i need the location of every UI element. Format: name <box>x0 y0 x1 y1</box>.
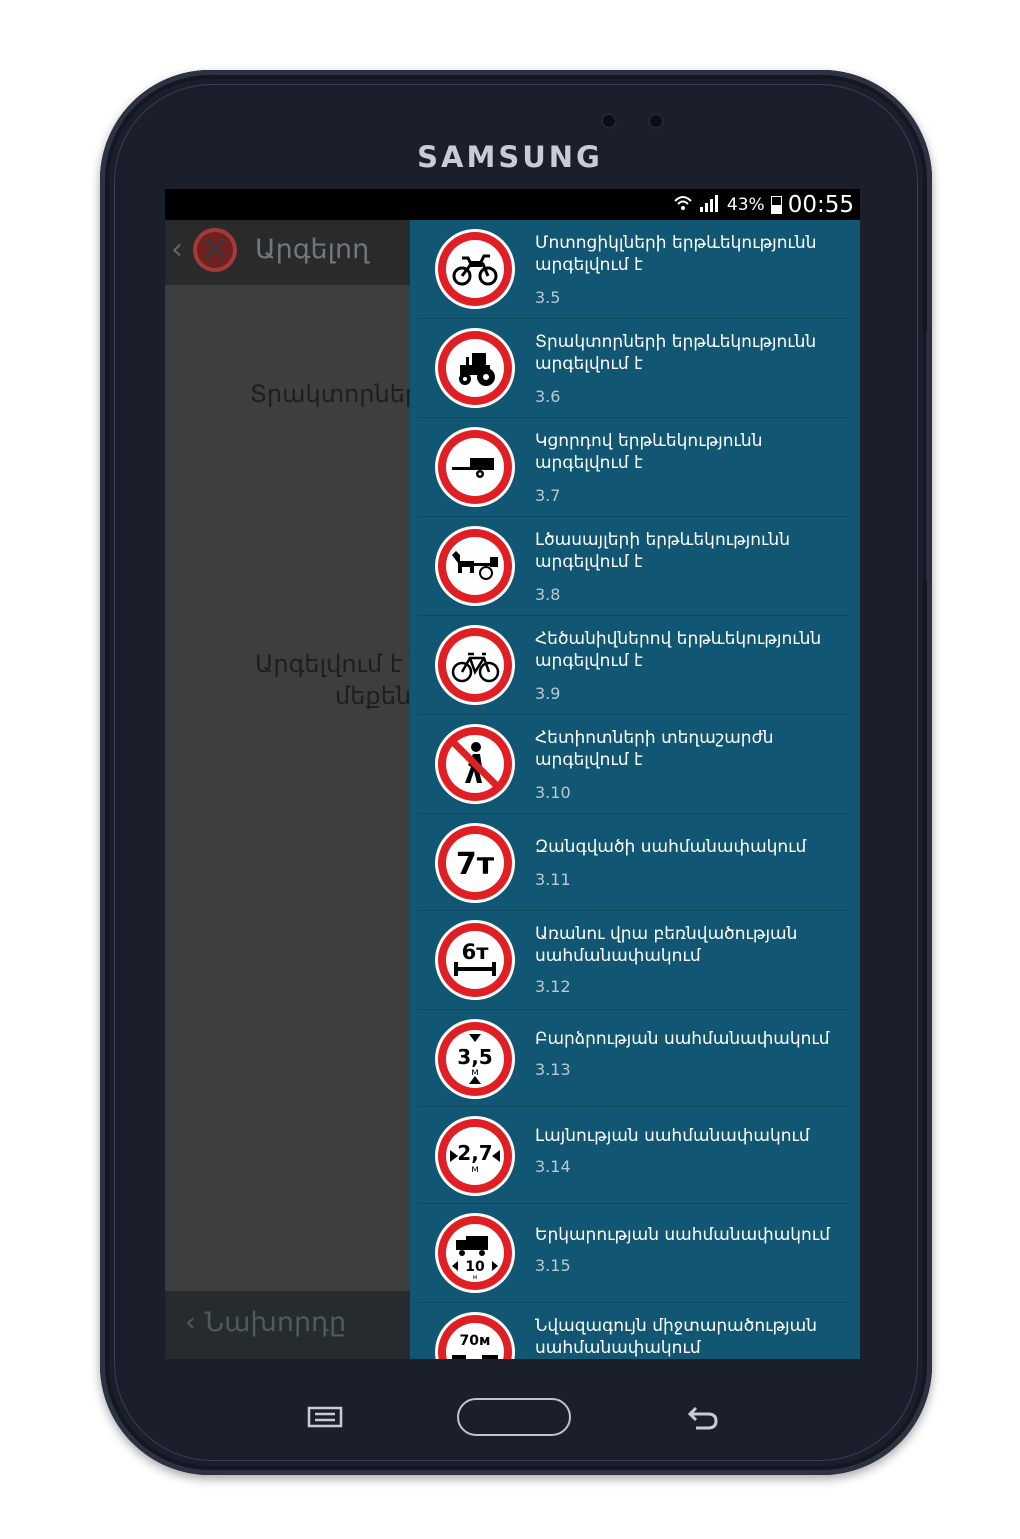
sign-code: 3.10 <box>535 783 571 802</box>
horse-cart-sign-icon <box>438 529 512 603</box>
light-sensor <box>648 113 664 129</box>
prohibition-icon: ✕ <box>193 228 237 272</box>
bicycle-sign-icon <box>438 628 512 702</box>
page-title: Արգելող <box>255 234 370 265</box>
sign-title: Հետիոտների տեղաշարժն արգելվում է <box>535 728 774 770</box>
sign-title: Լծասայլերի երթևեկությունն արգելվում է <box>535 530 790 572</box>
list-item[interactable]: Լծասայլերի երթևեկությունն արգելվում է 3.… <box>418 517 850 616</box>
sign-title: Կցորդով երթևեկությունն արգելվում է <box>535 431 763 473</box>
sign-code: 3.9 <box>535 684 561 703</box>
battery-icon <box>770 196 782 214</box>
background-page: ‹ ✕ Արգելող Տրակտորներ Արգելվում է ն մեք… <box>165 220 425 1359</box>
distance-limit-sign-icon: 70м <box>438 1315 512 1359</box>
list-item[interactable]: 70м Նվազագույն միջտարածության սահմանափակ… <box>418 1303 850 1359</box>
signs-drawer[interactable]: Մոտոցիկլների երթևեկությունն արգելվում է … <box>410 220 860 1359</box>
width-limit-unit: м <box>471 1164 479 1175</box>
menu-key-icon[interactable] <box>307 1405 343 1433</box>
brand-logo: SAMSUNG <box>417 140 603 174</box>
sign-title: Հեծանիվներով երթևեկությունն արգելվում է <box>535 629 822 671</box>
status-bar: 43% 00:55 <box>165 189 860 220</box>
height-limit-value: 3,5 <box>457 1045 492 1069</box>
volume-button <box>926 330 932 580</box>
sign-title: Երկարության սահմանափակում <box>535 1225 830 1245</box>
list-item[interactable]: Հեծանիվներով երթևեկությունն արգելվում է … <box>418 616 850 715</box>
pedestrian-sign-icon <box>438 727 512 801</box>
trailer-sign-icon <box>438 430 512 504</box>
length-limit-unit: м <box>473 1274 478 1281</box>
length-limit-value: 10 <box>465 1259 485 1275</box>
mass-limit-sign-icon: 7т <box>438 826 512 900</box>
list-item[interactable]: Տրակտորների երթևեկությունն արգելվում է 3… <box>418 319 850 418</box>
sign-code: 3.5 <box>535 288 561 307</box>
home-button[interactable] <box>457 1398 571 1436</box>
sign-name-text: Տրակտորներ <box>250 380 421 408</box>
list-item[interactable]: Հետիոտների տեղաշարժն արգելվում է 3.10 <box>418 715 850 814</box>
width-limit-sign-icon: 2,7 м <box>438 1119 512 1193</box>
sign-title: Լայնության սահմանափակում <box>535 1126 810 1146</box>
sign-code: 3.7 <box>535 486 561 505</box>
sign-description-text-2: մեքեն <box>335 682 412 710</box>
height-limit-unit: м <box>471 1067 479 1078</box>
sign-code: 3.12 <box>535 977 571 996</box>
length-limit-sign-icon: 10 м <box>438 1216 512 1290</box>
list-item[interactable]: 10 м Երկարության սահմանափակում 3.15 <box>418 1204 850 1303</box>
front-camera <box>601 113 617 129</box>
battery-percent: 43% <box>726 195 765 215</box>
sign-title: Զանգվածի սահմանափակում <box>535 837 807 857</box>
width-limit-value: 2,7 <box>457 1141 492 1165</box>
list-item[interactable]: 2,7 м Լայնության սահմանափակում 3.14 <box>418 1107 850 1204</box>
sign-code: 3.14 <box>535 1157 571 1176</box>
back-chevron-icon[interactable]: ‹ <box>171 232 183 267</box>
back-key-icon[interactable] <box>686 1402 720 1436</box>
sign-title: Բարձրության սահմանափակում <box>535 1029 830 1049</box>
sign-title: Առանու վրա բեռնվածության սահմանափակում <box>535 924 798 966</box>
sign-code: 3.6 <box>535 387 561 406</box>
screen: 43% 00:55 ‹ ✕ Արգելող Տրակտորներ Արգելվո… <box>165 189 860 1359</box>
tractor-sign-icon <box>438 331 512 405</box>
previous-button-label: Նախորդը <box>204 1307 347 1338</box>
app-header: ‹ ✕ Արգելող <box>165 220 410 285</box>
height-limit-sign-icon: 3,5 м <box>438 1022 512 1096</box>
sign-code: 3.13 <box>535 1060 571 1079</box>
list-item[interactable]: Մոտոցիկլների երթևեկությունն արգելվում է … <box>418 220 850 319</box>
sign-title: Նվազագույն միջտարածության սահմանափակում <box>535 1316 817 1358</box>
list-item[interactable]: Կցորդով երթևեկությունն արգելվում է 3.7 <box>418 418 850 517</box>
mass-limit-value: 7т <box>456 847 495 882</box>
list-item[interactable]: 3,5 м Բարձրության սահմանափակում 3.13 <box>418 1010 850 1107</box>
previous-button[interactable]: ‹ Նախորդը <box>185 1307 346 1338</box>
axle-load-value: 6т <box>462 940 490 964</box>
distance-limit-value: 70м <box>460 1333 491 1349</box>
sign-title: Մոտոցիկլների երթևեկությունն արգելվում է <box>535 233 817 275</box>
sign-description-text: Արգելվում է ն <box>255 650 425 678</box>
motorcycle-sign-icon <box>438 232 512 306</box>
list-item[interactable]: 6т Առանու վրա բեռնվածության սահմանափակու… <box>418 911 850 1010</box>
signal-icon <box>699 193 721 217</box>
axle-load-sign-icon: 6т <box>438 923 512 997</box>
wifi-icon <box>673 193 693 217</box>
footer-bar: ‹ Նախորդը <box>165 1291 410 1359</box>
sign-code: 3.11 <box>535 870 571 889</box>
list-item[interactable]: 7т Զանգվածի սահմանափակում 3.11 <box>418 814 850 911</box>
sign-title: Տրակտորների երթևեկությունն արգելվում է <box>535 332 817 374</box>
clock: 00:55 <box>787 192 854 218</box>
sign-code: 3.8 <box>535 585 561 604</box>
sign-code: 3.15 <box>535 1256 571 1275</box>
